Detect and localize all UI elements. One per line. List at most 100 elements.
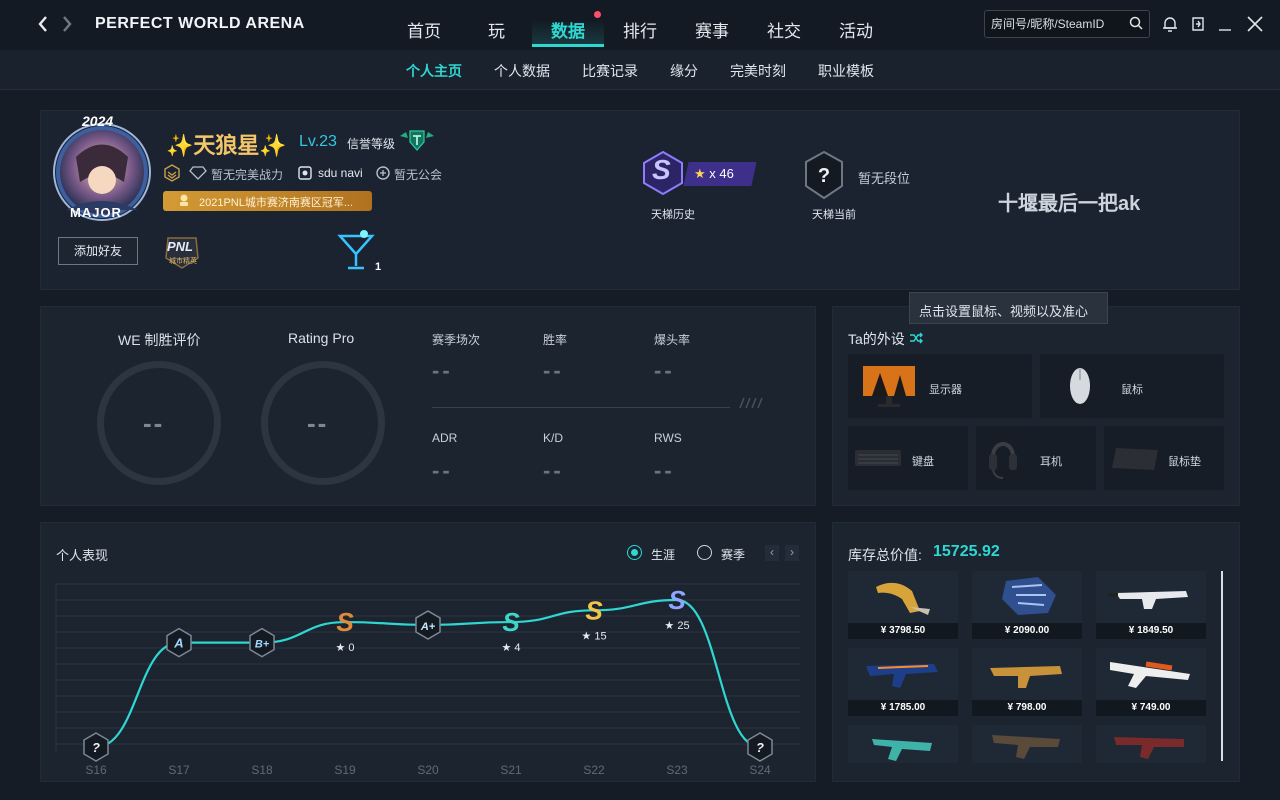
inventory-item-ak-red[interactable] bbox=[1096, 725, 1206, 763]
gloves-icon bbox=[1002, 577, 1056, 615]
tab-home[interactable]: 首页 bbox=[407, 17, 441, 42]
search-icon[interactable] bbox=[1129, 16, 1143, 33]
subtab-match-history[interactable]: 比赛记录 bbox=[582, 61, 638, 81]
forward-arrow-icon[interactable] bbox=[60, 14, 76, 36]
season-grade-s[interactable]: S bbox=[585, 595, 603, 625]
stat-label-matches: 赛季场次 bbox=[432, 333, 481, 347]
search-input[interactable] bbox=[991, 15, 1121, 33]
close-icon[interactable] bbox=[1247, 15, 1263, 36]
season-label: S19 bbox=[334, 763, 356, 777]
credit-label: 信誉等级 bbox=[347, 137, 396, 151]
we-rating-title: WE 制胜评价 bbox=[118, 332, 201, 348]
season-radio[interactable] bbox=[697, 545, 712, 560]
season-label: S23 bbox=[666, 763, 688, 777]
ladder-stars-count: ★ x 46 bbox=[694, 166, 734, 181]
stat-value-kd: -- bbox=[543, 458, 564, 483]
stats-divider bbox=[432, 407, 730, 408]
inventory-price: ¥ 1785.00 bbox=[848, 700, 958, 716]
stat-label-adr: ADR bbox=[432, 431, 458, 445]
inventory-scrollbar[interactable] bbox=[1221, 571, 1223, 761]
stat-value-matches: -- bbox=[432, 358, 453, 383]
chart-next-button[interactable]: › bbox=[785, 545, 799, 561]
notification-dot bbox=[594, 11, 601, 18]
inventory-item-gloves[interactable]: ¥ 2090.00 bbox=[972, 571, 1082, 639]
career-radio-label[interactable]: 生涯 bbox=[651, 546, 675, 563]
season-stars: ★ 15 bbox=[581, 630, 606, 642]
gear-title[interactable]: Ta的外设 bbox=[848, 329, 923, 349]
inventory-item-m4a1s[interactable]: ¥ 1849.50 bbox=[1096, 571, 1206, 639]
bell-icon[interactable] bbox=[1162, 15, 1178, 36]
subtab-fate[interactable]: 缘分 bbox=[670, 61, 698, 81]
honor-text: 2021PNL城市赛济南赛区冠军... bbox=[199, 197, 354, 209]
stat-value-rws: -- bbox=[654, 458, 675, 483]
season-radio-label[interactable]: 赛季 bbox=[721, 546, 745, 563]
tab-data[interactable]: 数据 bbox=[551, 17, 585, 42]
inventory-item-smg[interactable] bbox=[848, 725, 958, 763]
karambit-icon bbox=[876, 582, 930, 615]
we-rating-value: -- bbox=[143, 408, 165, 438]
stat-value-adr: -- bbox=[432, 458, 453, 483]
pnl-badge-text: PNL bbox=[167, 239, 193, 254]
season-label: S17 bbox=[168, 763, 190, 777]
subtab-profile[interactable]: 个人主页 bbox=[406, 61, 462, 81]
diamond-icon bbox=[189, 166, 207, 183]
sniper-icon bbox=[1110, 661, 1190, 688]
credit-shield-icon[interactable] bbox=[398, 128, 436, 157]
honor-trophy-icon bbox=[177, 193, 191, 210]
player-motto: 十堰最后一把ak bbox=[998, 193, 1141, 215]
rating-pro-value: -- bbox=[307, 408, 329, 438]
player-name: ✨天狼星✨ bbox=[166, 133, 287, 158]
inventory-item-karambit[interactable]: ¥ 3798.50 bbox=[848, 571, 958, 639]
inventory-item-awp[interactable]: ¥ 749.00 bbox=[1096, 648, 1206, 716]
back-arrow-icon[interactable] bbox=[36, 14, 52, 36]
shuffle-icon[interactable] bbox=[909, 331, 923, 347]
avatar-badge-text: MAJOR bbox=[70, 205, 122, 220]
career-radio[interactable] bbox=[627, 545, 642, 560]
season-grade-text: B+ bbox=[255, 639, 270, 651]
rifle-red-icon bbox=[1114, 737, 1184, 759]
gear-mouse-label: 鼠标 bbox=[1121, 384, 1143, 396]
ladder-current-label: 天梯当前 bbox=[812, 209, 856, 221]
add-friend-button[interactable]: 添加好友 bbox=[58, 237, 138, 265]
no-rank-text: 暂无段位 bbox=[858, 171, 911, 186]
season-grade-s[interactable]: S bbox=[336, 607, 354, 637]
tab-events[interactable]: 赛事 bbox=[695, 17, 729, 42]
guild-icon bbox=[375, 165, 391, 184]
inventory-item-ak-blue[interactable]: ¥ 1785.00 bbox=[848, 648, 958, 716]
inventory-price: ¥ 749.00 bbox=[1096, 700, 1206, 716]
tab-ranking[interactable]: 排行 bbox=[623, 17, 657, 42]
cocktail-icon[interactable] bbox=[334, 228, 378, 275]
season-grade-s[interactable]: S bbox=[502, 607, 520, 637]
subtab-personal-data[interactable]: 个人数据 bbox=[494, 61, 550, 81]
rifle-dark-icon bbox=[992, 735, 1060, 759]
subtab-pro-templates[interactable]: 职业模板 bbox=[818, 61, 874, 81]
inventory-item-rifle-dark[interactable] bbox=[972, 725, 1082, 763]
season-grade-s[interactable]: S bbox=[668, 585, 686, 615]
gear-headset-label: 耳机 bbox=[1040, 456, 1062, 468]
headset-icon bbox=[985, 434, 1021, 485]
season-grade-text: ? bbox=[756, 740, 764, 755]
chart-prev-button[interactable]: ‹ bbox=[765, 545, 779, 561]
subtab-moments[interactable]: 完美时刻 bbox=[730, 61, 786, 81]
tab-social[interactable]: 社交 bbox=[767, 17, 801, 42]
switch-icon[interactable] bbox=[1190, 15, 1206, 36]
tab-play[interactable]: 玩 bbox=[488, 17, 505, 42]
gear-tooltip: 点击设置鼠标、视频以及准心 bbox=[909, 292, 1108, 324]
inventory-item-m4-gold[interactable]: ¥ 798.00 bbox=[972, 648, 1082, 716]
honor-badge[interactable]: 2021PNL城市赛济南赛区冠军... bbox=[163, 191, 372, 211]
avatar-badge-year: 2024 bbox=[82, 113, 114, 129]
minimize-icon[interactable] bbox=[1218, 15, 1232, 36]
performance-title: 个人表现 bbox=[56, 548, 109, 563]
stat-value-headshot: -- bbox=[654, 358, 675, 383]
season-label: S16 bbox=[85, 763, 107, 777]
active-tab-underline bbox=[532, 44, 604, 47]
season-grade-text: ? bbox=[92, 740, 100, 755]
search-box[interactable] bbox=[984, 10, 1150, 38]
season-grade-text: A+ bbox=[420, 621, 436, 633]
rifle-white-icon bbox=[1108, 591, 1188, 609]
ladder-current-icon[interactable]: ? bbox=[802, 150, 846, 203]
performance-chart: ? S16 A S17 B+ S18 S ★ 0 S19 A+ S20 S ★ 4 S21 S ★ 15 S22… bbox=[55, 583, 800, 777]
team-name[interactable]: sdu navi bbox=[318, 166, 363, 180]
tab-activity[interactable]: 活动 bbox=[839, 17, 873, 42]
app-brand: PERFECT WORLD ARENA bbox=[95, 15, 305, 32]
